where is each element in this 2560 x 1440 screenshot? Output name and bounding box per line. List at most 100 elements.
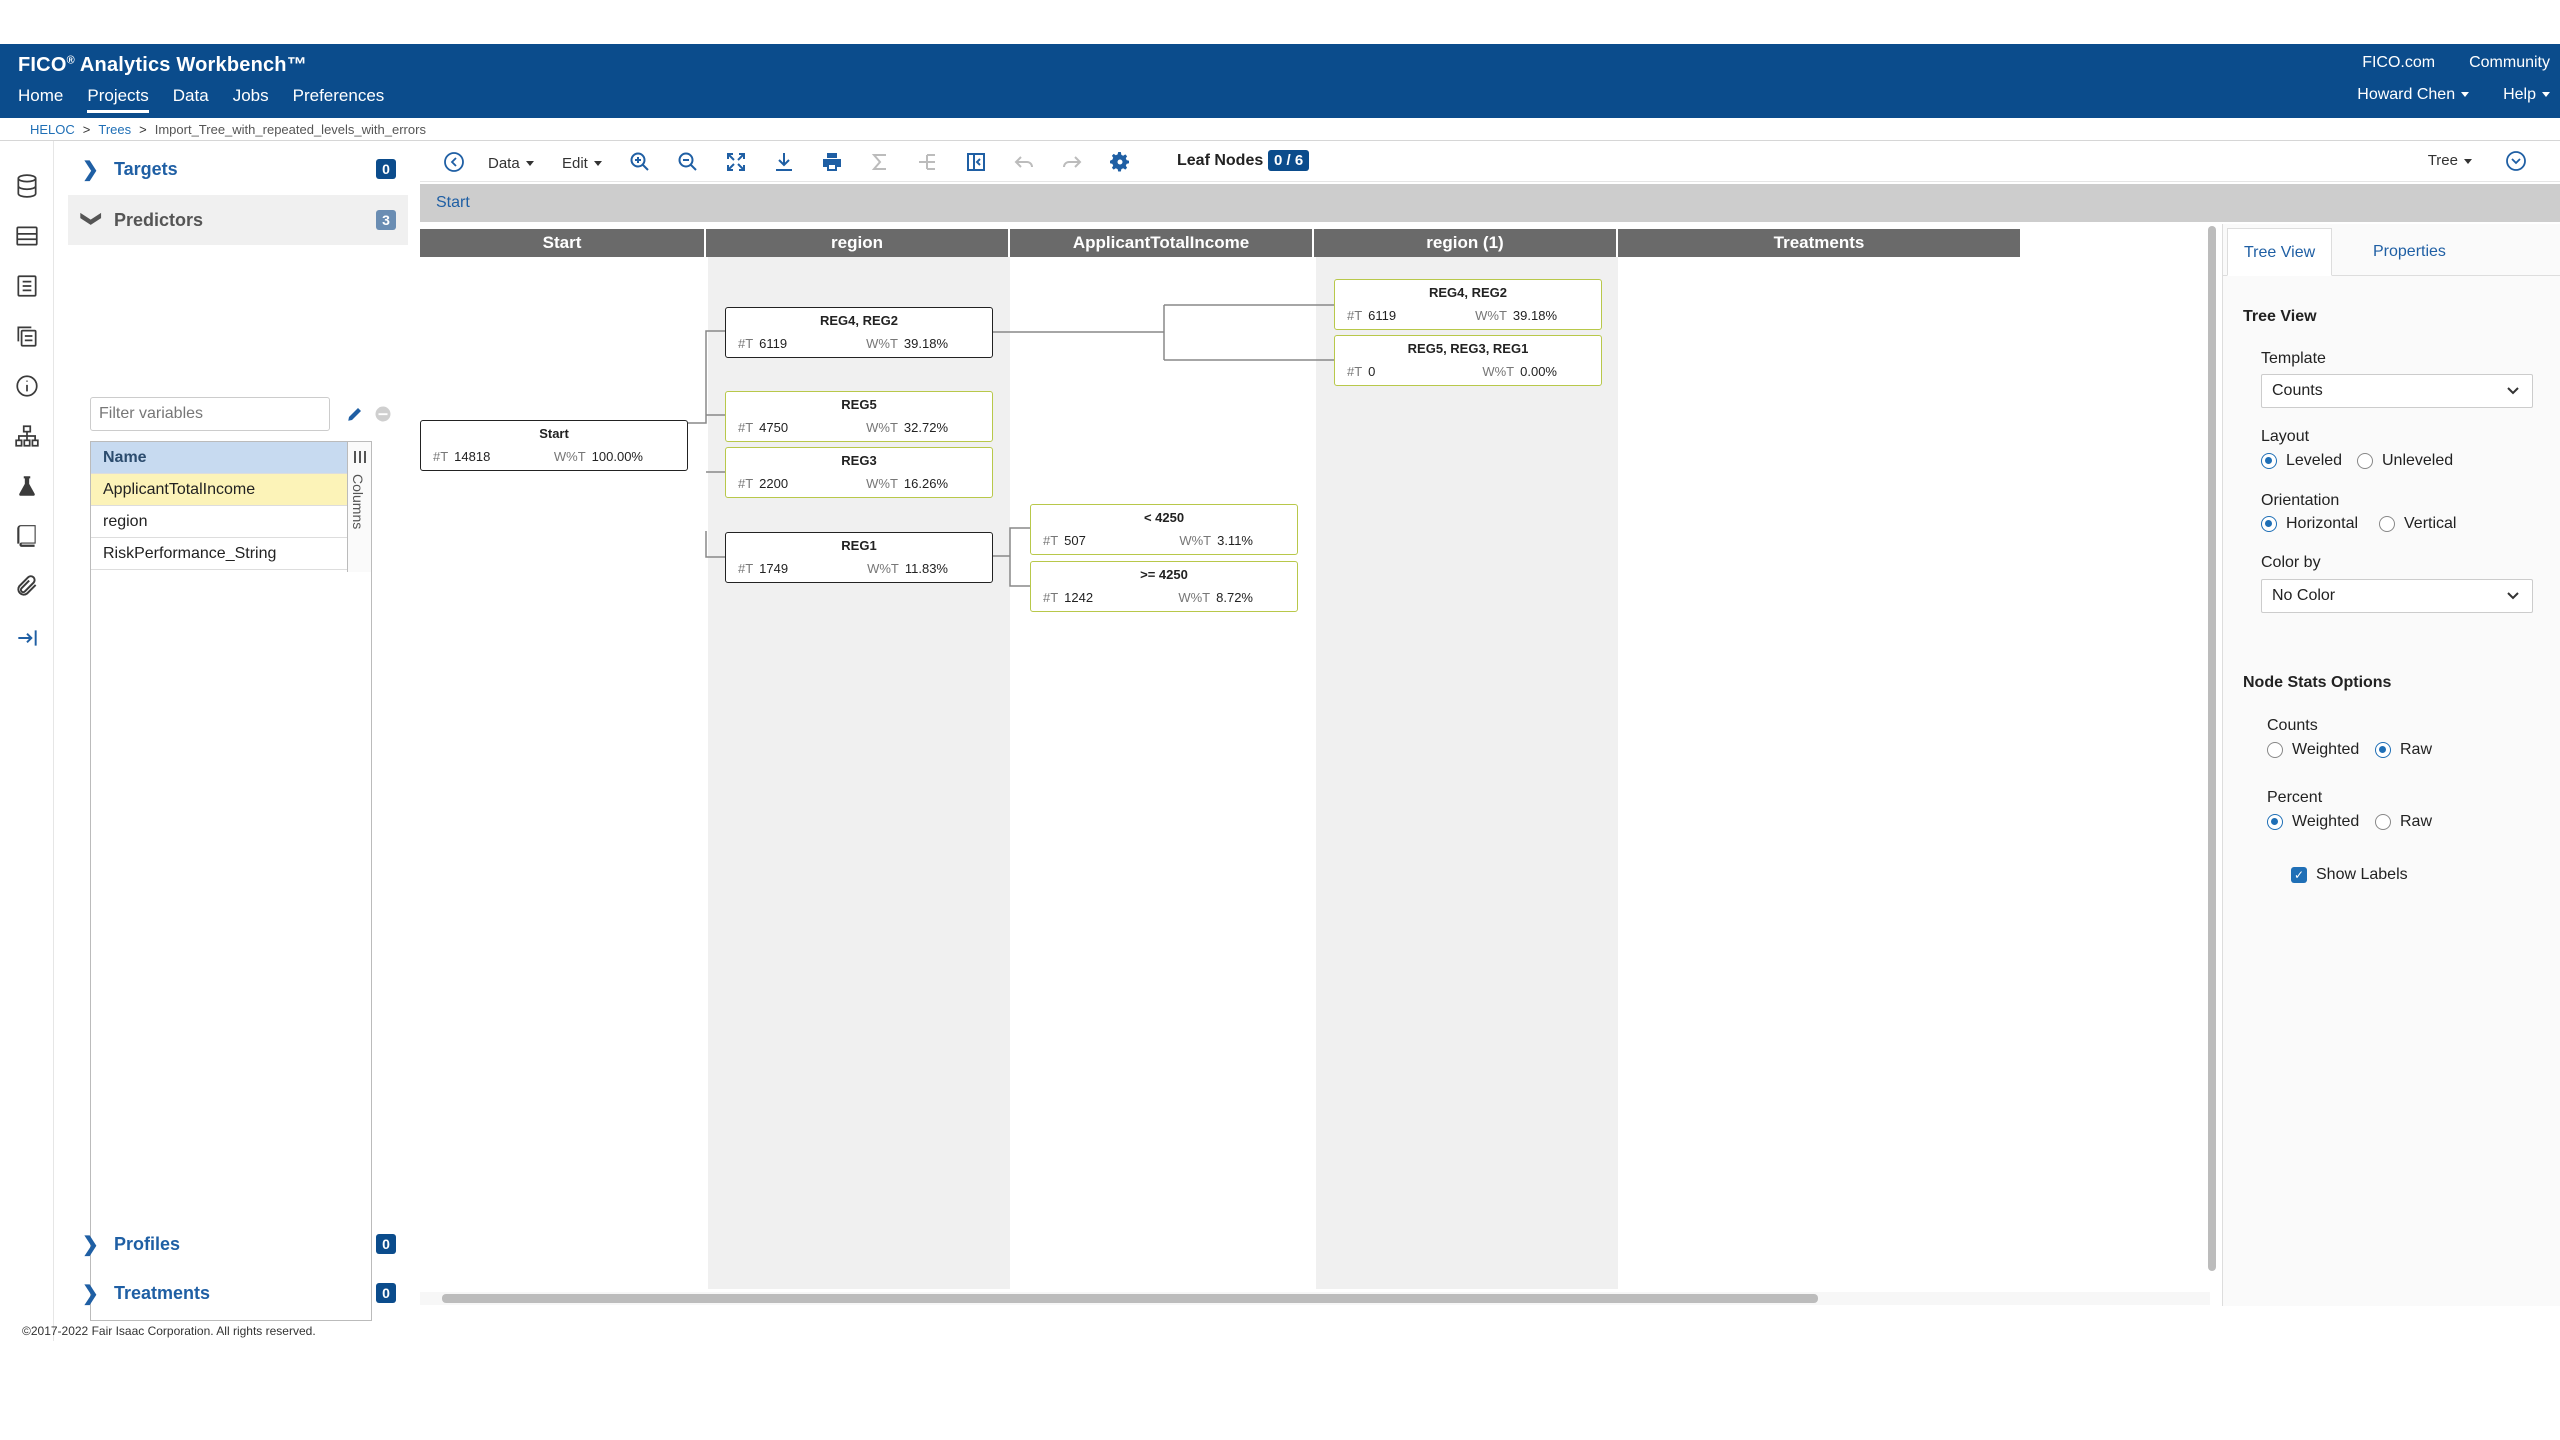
tree-icon[interactable] [14,423,40,449]
color-by-label: Color by [2261,554,2321,571]
edit-menu-label: Edit [562,154,588,172]
counts-weighted-radio[interactable]: Weighted [2267,741,2359,759]
flask-icon[interactable] [14,473,40,499]
tree-node-ge-4250[interactable]: >= 4250 #T 1242 W%T 8.72% [1030,561,1298,612]
view-menu[interactable]: Tree [2428,152,2472,169]
copy-icon[interactable] [14,323,40,349]
zoom-out-icon[interactable] [676,150,700,174]
show-labels-checkbox[interactable]: ✓ Show Labels [2291,866,2408,884]
counts-raw-radio[interactable]: Raw [2375,741,2432,759]
breadcrumb-trees[interactable]: Trees [98,122,131,137]
pct-value: 3.11% [1217,533,1253,548]
node-title: REG4, REG2 [1428,285,1508,300]
info-icon[interactable] [14,373,40,399]
table-icon[interactable] [14,223,40,249]
layout-unleveled-radio[interactable]: Unleveled [2357,452,2453,470]
help-label: Help [2503,86,2536,103]
node-percent: W%T 16.26% [866,476,948,491]
tree-node-reg4-reg2[interactable]: REG4, REG2 #T 6119 W%T 39.18% [725,307,993,358]
orientation-horizontal-radio[interactable]: Horizontal [2261,515,2358,533]
tree-node-region1-reg5-reg3-reg1[interactable]: REG5, REG3, REG1 #T 0 W%T 0.00% [1334,335,1602,386]
print-icon[interactable] [820,150,844,174]
treatments-section[interactable]: ❯ Treatments 0 [68,1268,408,1318]
user-menu[interactable]: Howard Chen [2357,86,2470,104]
node-percent: W%T 3.11% [1179,533,1253,548]
leaf-nodes-label: Leaf Nodes [1177,152,1264,169]
node-title: REG1 [841,538,877,553]
predictors-section[interactable]: ❯ Predictors 3 [68,195,408,245]
horizontal-scrollbar[interactable] [442,1294,1818,1303]
layout-leveled-radio[interactable]: Leveled [2261,452,2342,470]
tree-node-reg5[interactable]: REG5 #T 4750 W%T 32.72% [725,391,993,442]
node-percent: W%T 0.00% [1482,364,1557,379]
help-menu[interactable]: Help [2503,86,2550,104]
percent-weighted-radio[interactable]: Weighted [2267,813,2359,831]
edit-menu[interactable]: Edit [562,152,602,174]
nav-preferences[interactable]: Preferences [293,86,385,113]
nav-data[interactable]: Data [173,86,209,113]
breadcrumb-heloc[interactable]: HELOC [30,122,75,137]
zoom-in-icon[interactable] [628,150,652,174]
variable-row[interactable]: RiskPerformance_String [91,538,349,570]
link-community[interactable]: Community [2469,54,2550,72]
count-value: 14818 [454,449,491,464]
user-menus: Howard Chen Help [2357,86,2550,104]
tree-node-reg3[interactable]: REG3 #T 2200 W%T 16.26% [725,447,993,498]
variable-row[interactable]: region [91,506,349,538]
nav-jobs[interactable]: Jobs [233,86,269,113]
tab-tree-view[interactable]: Tree View [2227,228,2333,276]
copyright: ©2017-2022 Fair Isaac Corporation. All r… [22,1324,316,1338]
table-header-name[interactable]: Name [91,442,349,474]
settings-icon[interactable] [1108,150,1132,174]
database-icon[interactable] [14,173,40,199]
tree-node-start[interactable]: Start #T 14818 W%T 100.00% [420,420,688,471]
expand-icon[interactable] [2504,149,2528,173]
list-icon[interactable] [14,273,40,299]
node-title: REG5 [841,397,877,412]
vertical-scrollbar[interactable] [2208,226,2216,1271]
radio-label: Leveled [2286,452,2343,469]
split-icon[interactable] [916,150,940,174]
back-icon[interactable] [442,150,466,174]
variable-row[interactable]: ApplicantTotalIncome [91,474,349,506]
book-icon[interactable] [14,523,40,549]
paperclip-icon[interactable] [14,573,40,599]
color-by-select[interactable]: No Color [2261,579,2533,613]
variables-panel: ❯ Targets 0 ❯ Predictors 3 Filter variab… [68,141,408,1326]
path-start-link[interactable]: Start [436,194,470,211]
columns-toggle[interactable]: Columns [347,442,371,572]
template-select[interactable]: Counts [2261,374,2533,408]
undo-icon[interactable] [1012,150,1036,174]
collapse-icon[interactable] [964,150,988,174]
node-count: #T 14818 [433,449,490,464]
tab-properties[interactable]: Properties [2357,228,2462,276]
profiles-section[interactable]: ❯ Profiles 0 [68,1219,408,1269]
nav-projects[interactable]: Projects [87,86,149,113]
data-menu[interactable]: Data [488,152,534,174]
tree-node-region1-reg4-reg2[interactable]: REG4, REG2 #T 6119 W%T 39.18% [1334,279,1602,330]
percent-raw-radio[interactable]: Raw [2375,813,2432,831]
edit-pencil-icon[interactable] [346,405,364,423]
filter-variables-input[interactable]: Filter variables [90,397,330,431]
orientation-label: Orientation [2261,492,2340,509]
node-count: #T 1242 [1043,590,1093,605]
node-title: REG5, REG3, REG1 [1407,341,1529,356]
orientation-vertical-radio[interactable]: Vertical [2379,515,2456,533]
fit-to-screen-icon[interactable] [724,150,748,174]
remove-circle-icon[interactable] [374,405,392,423]
template-label: Template [2261,350,2326,367]
collapse-panel-icon[interactable] [14,625,40,651]
node-percent: W%T 39.18% [1475,308,1557,323]
tree-view-panel: Tree View Properties Tree View Template … [2222,224,2560,1306]
tree-node-reg1[interactable]: REG1 #T 1749 W%T 11.83% [725,532,993,583]
chevron-down-icon [2542,92,2550,98]
targets-section[interactable]: ❯ Targets 0 [68,144,408,194]
download-icon[interactable] [772,150,796,174]
nav-home[interactable]: Home [18,86,63,113]
sum-icon[interactable] [868,150,892,174]
counts-label: Counts [2267,717,2318,734]
tree-node-lt-4250[interactable]: < 4250 #T 507 W%T 3.11% [1030,504,1298,555]
redo-icon[interactable] [1060,150,1084,174]
count-value: 1242 [1064,590,1094,605]
link-fico[interactable]: FICO.com [2362,54,2435,72]
